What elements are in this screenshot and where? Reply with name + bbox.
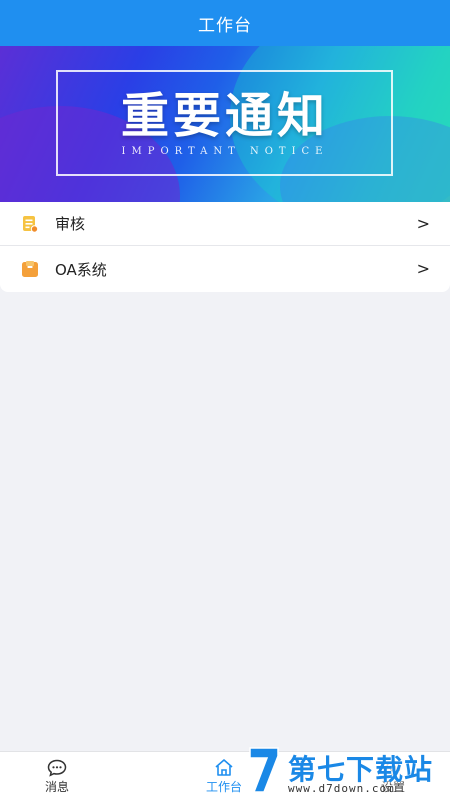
tab-messages[interactable]: 消息 — [17, 752, 97, 800]
app-root: 工作台 重要通知 IMPORTANT NOTICE 审核 > OA系统 > 消息… — [0, 0, 450, 800]
chevron-right-icon: > — [416, 213, 430, 233]
watermark-logo-icon — [246, 746, 282, 794]
watermark-url: www.d7down.com — [288, 782, 395, 795]
home-icon — [213, 758, 235, 778]
menu-item-oa-system[interactable]: OA系统 > — [0, 246, 450, 292]
tab-label: 消息 — [44, 779, 69, 794]
workbench-menu-list: 审核 > OA系统 > — [0, 202, 450, 292]
chevron-right-icon: > — [416, 259, 430, 278]
top-navigation-bar: 工作台 — [0, 0, 450, 46]
menu-item-label: OA系统 — [55, 260, 107, 279]
site-watermark: 第七下载站 www.d7down.com — [244, 746, 444, 798]
banner-subtitle: IMPORTANT NOTICE — [121, 146, 329, 157]
notice-banner[interactable]: 重要通知 IMPORTANT NOTICE — [0, 46, 450, 202]
folder-icon — [21, 260, 39, 278]
menu-item-label: 审核 — [55, 215, 86, 233]
banner-title: 重要通知 — [120, 88, 329, 144]
tab-label: 工作台 — [205, 779, 242, 794]
menu-item-audit[interactable]: 审核 > — [0, 202, 450, 246]
document-audit-icon — [21, 215, 39, 233]
chat-bubble-icon — [46, 758, 68, 778]
page-title: 工作台 — [198, 15, 252, 36]
